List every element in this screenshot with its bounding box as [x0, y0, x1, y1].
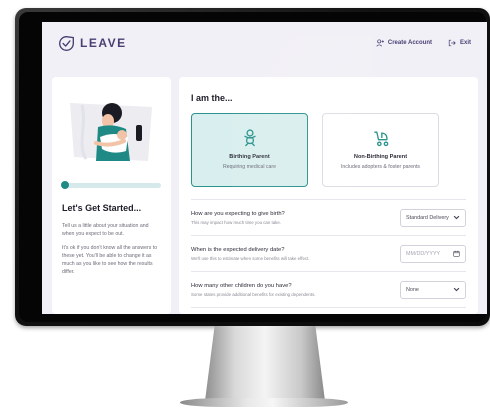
question-other-children: How many other children do you have? Som… [191, 272, 466, 308]
intro-card: Let's Get Started... Tell us a little ab… [52, 77, 171, 314]
logo-check-icon [59, 35, 74, 51]
chevron-down-icon [453, 215, 460, 220]
monitor-stand-neck [205, 326, 325, 401]
progress-indicator [61, 181, 161, 189]
progress-track [61, 181, 161, 189]
baby-icon [243, 129, 256, 147]
calendar-icon [453, 250, 460, 257]
add-user-icon [376, 39, 384, 47]
question-title: How are you expecting to give birth? [191, 210, 285, 217]
select-value: None [406, 286, 419, 293]
intro-title: Let's Get Started... [62, 203, 142, 213]
form-card: I am the... Birthing Parent Requiring me… [179, 77, 478, 314]
delivery-date-input[interactable]: MM/DD/YYYY [400, 244, 466, 263]
delivery-method-select[interactable]: Standard Delivery [400, 208, 466, 227]
exit-label: Exit [459, 40, 471, 46]
exit-link[interactable]: Exit [448, 39, 471, 47]
option-non-birthing-parent[interactable]: Non-Birthing Parent Includes adopters & … [322, 113, 439, 187]
question-delivery-method: How are you expecting to give birth? Thi… [191, 200, 466, 236]
question-title: How many other children do you have? [191, 282, 292, 289]
stroller-icon [373, 131, 388, 147]
option-birthing-parent[interactable]: Birthing Parent Requiring medical care [191, 113, 308, 187]
mother-baby-illustration [70, 103, 152, 161]
question-text: How many other children do you have? Som… [191, 283, 400, 297]
option-label: Birthing Parent [229, 154, 270, 160]
monitor-bezel: LEAVE Create Account Exit Let's Get Star… [15, 8, 490, 326]
option-label: Non-Birthing Parent [353, 154, 408, 160]
create-account-label: Create Account [387, 40, 432, 46]
intro-paragraph: Tell us a little about your situation an… [62, 223, 149, 237]
select-value: Standard Delivery [406, 214, 449, 221]
intro-note: It's ok if you don't know all the answer… [62, 245, 158, 275]
app-header: LEAVE Create Account Exit [42, 22, 487, 64]
exit-icon [448, 39, 456, 47]
other-children-select[interactable]: None [400, 280, 466, 299]
date-placeholder: MM/DD/YYYY [406, 250, 441, 257]
question-hint: We'll use this to estimate when some ben… [191, 255, 310, 261]
progress-dot [61, 181, 69, 189]
chevron-down-icon [453, 287, 460, 292]
logo[interactable]: LEAVE [58, 35, 127, 52]
question-hint: This may impact how much time you can ta… [191, 219, 282, 225]
question-title: When is the expected delivery date? [191, 246, 285, 253]
question-delivery-date: When is the expected delivery date? We'l… [191, 236, 466, 272]
header-actions: Create Account Exit [376, 39, 471, 47]
option-description: Requiring medical care [222, 164, 277, 170]
stage: LEAVE Create Account Exit Let's Get Star… [0, 0, 490, 409]
question-text: When is the expected delivery date? We'l… [191, 247, 400, 261]
logo-text: LEAVE [80, 36, 127, 50]
question-text: How are you expecting to give birth? Thi… [191, 211, 400, 225]
option-description: Includes adopters & foster parents [340, 164, 420, 170]
screen: LEAVE Create Account Exit Let's Get Star… [42, 22, 487, 314]
parent-type-options: Birthing Parent Requiring medical care N… [191, 113, 466, 187]
parent-illustration [62, 85, 161, 173]
form-title: I am the... [191, 93, 233, 103]
question-hint: Some states provide additional benefits … [191, 291, 316, 297]
create-account-link[interactable]: Create Account [376, 39, 432, 47]
monitor-stand-foot [180, 398, 348, 407]
